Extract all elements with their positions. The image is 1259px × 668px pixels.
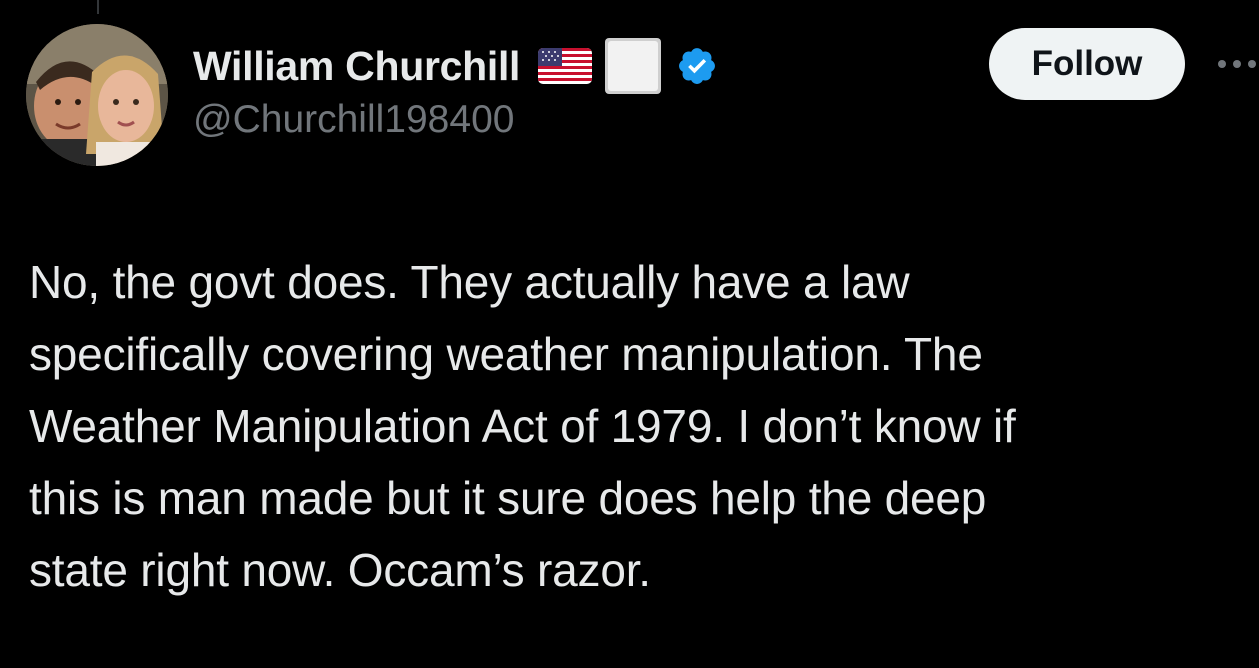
tweet-text-line: Weather Manipulation Act of 1979. I don’…	[29, 400, 1016, 452]
author-avatar[interactable]	[26, 24, 168, 166]
us-flag-icon	[538, 46, 593, 86]
avatar-photo	[26, 24, 168, 166]
author-name-row: William Churchill	[193, 38, 718, 94]
tweet-text-line: this is man made but it sure does help t…	[29, 472, 987, 524]
author-display-name[interactable]: William Churchill	[193, 43, 520, 90]
thread-connector-line	[97, 0, 99, 14]
tweet-text-line: No, the govt does. They actually have a …	[29, 256, 910, 308]
author-handle[interactable]: @Churchill198400	[193, 98, 514, 142]
white-square-icon	[604, 37, 662, 95]
more-options-icon[interactable]	[1214, 52, 1259, 76]
follow-button[interactable]: Follow	[989, 28, 1185, 100]
tweet-text-line: state right now. Occam’s razor.	[29, 544, 651, 596]
tweet-body-text: No, the govt does. They actually have a …	[29, 246, 1239, 606]
tweet-text-line: specifically covering weather manipulati…	[29, 328, 983, 380]
verified-badge-icon[interactable]	[676, 45, 718, 87]
